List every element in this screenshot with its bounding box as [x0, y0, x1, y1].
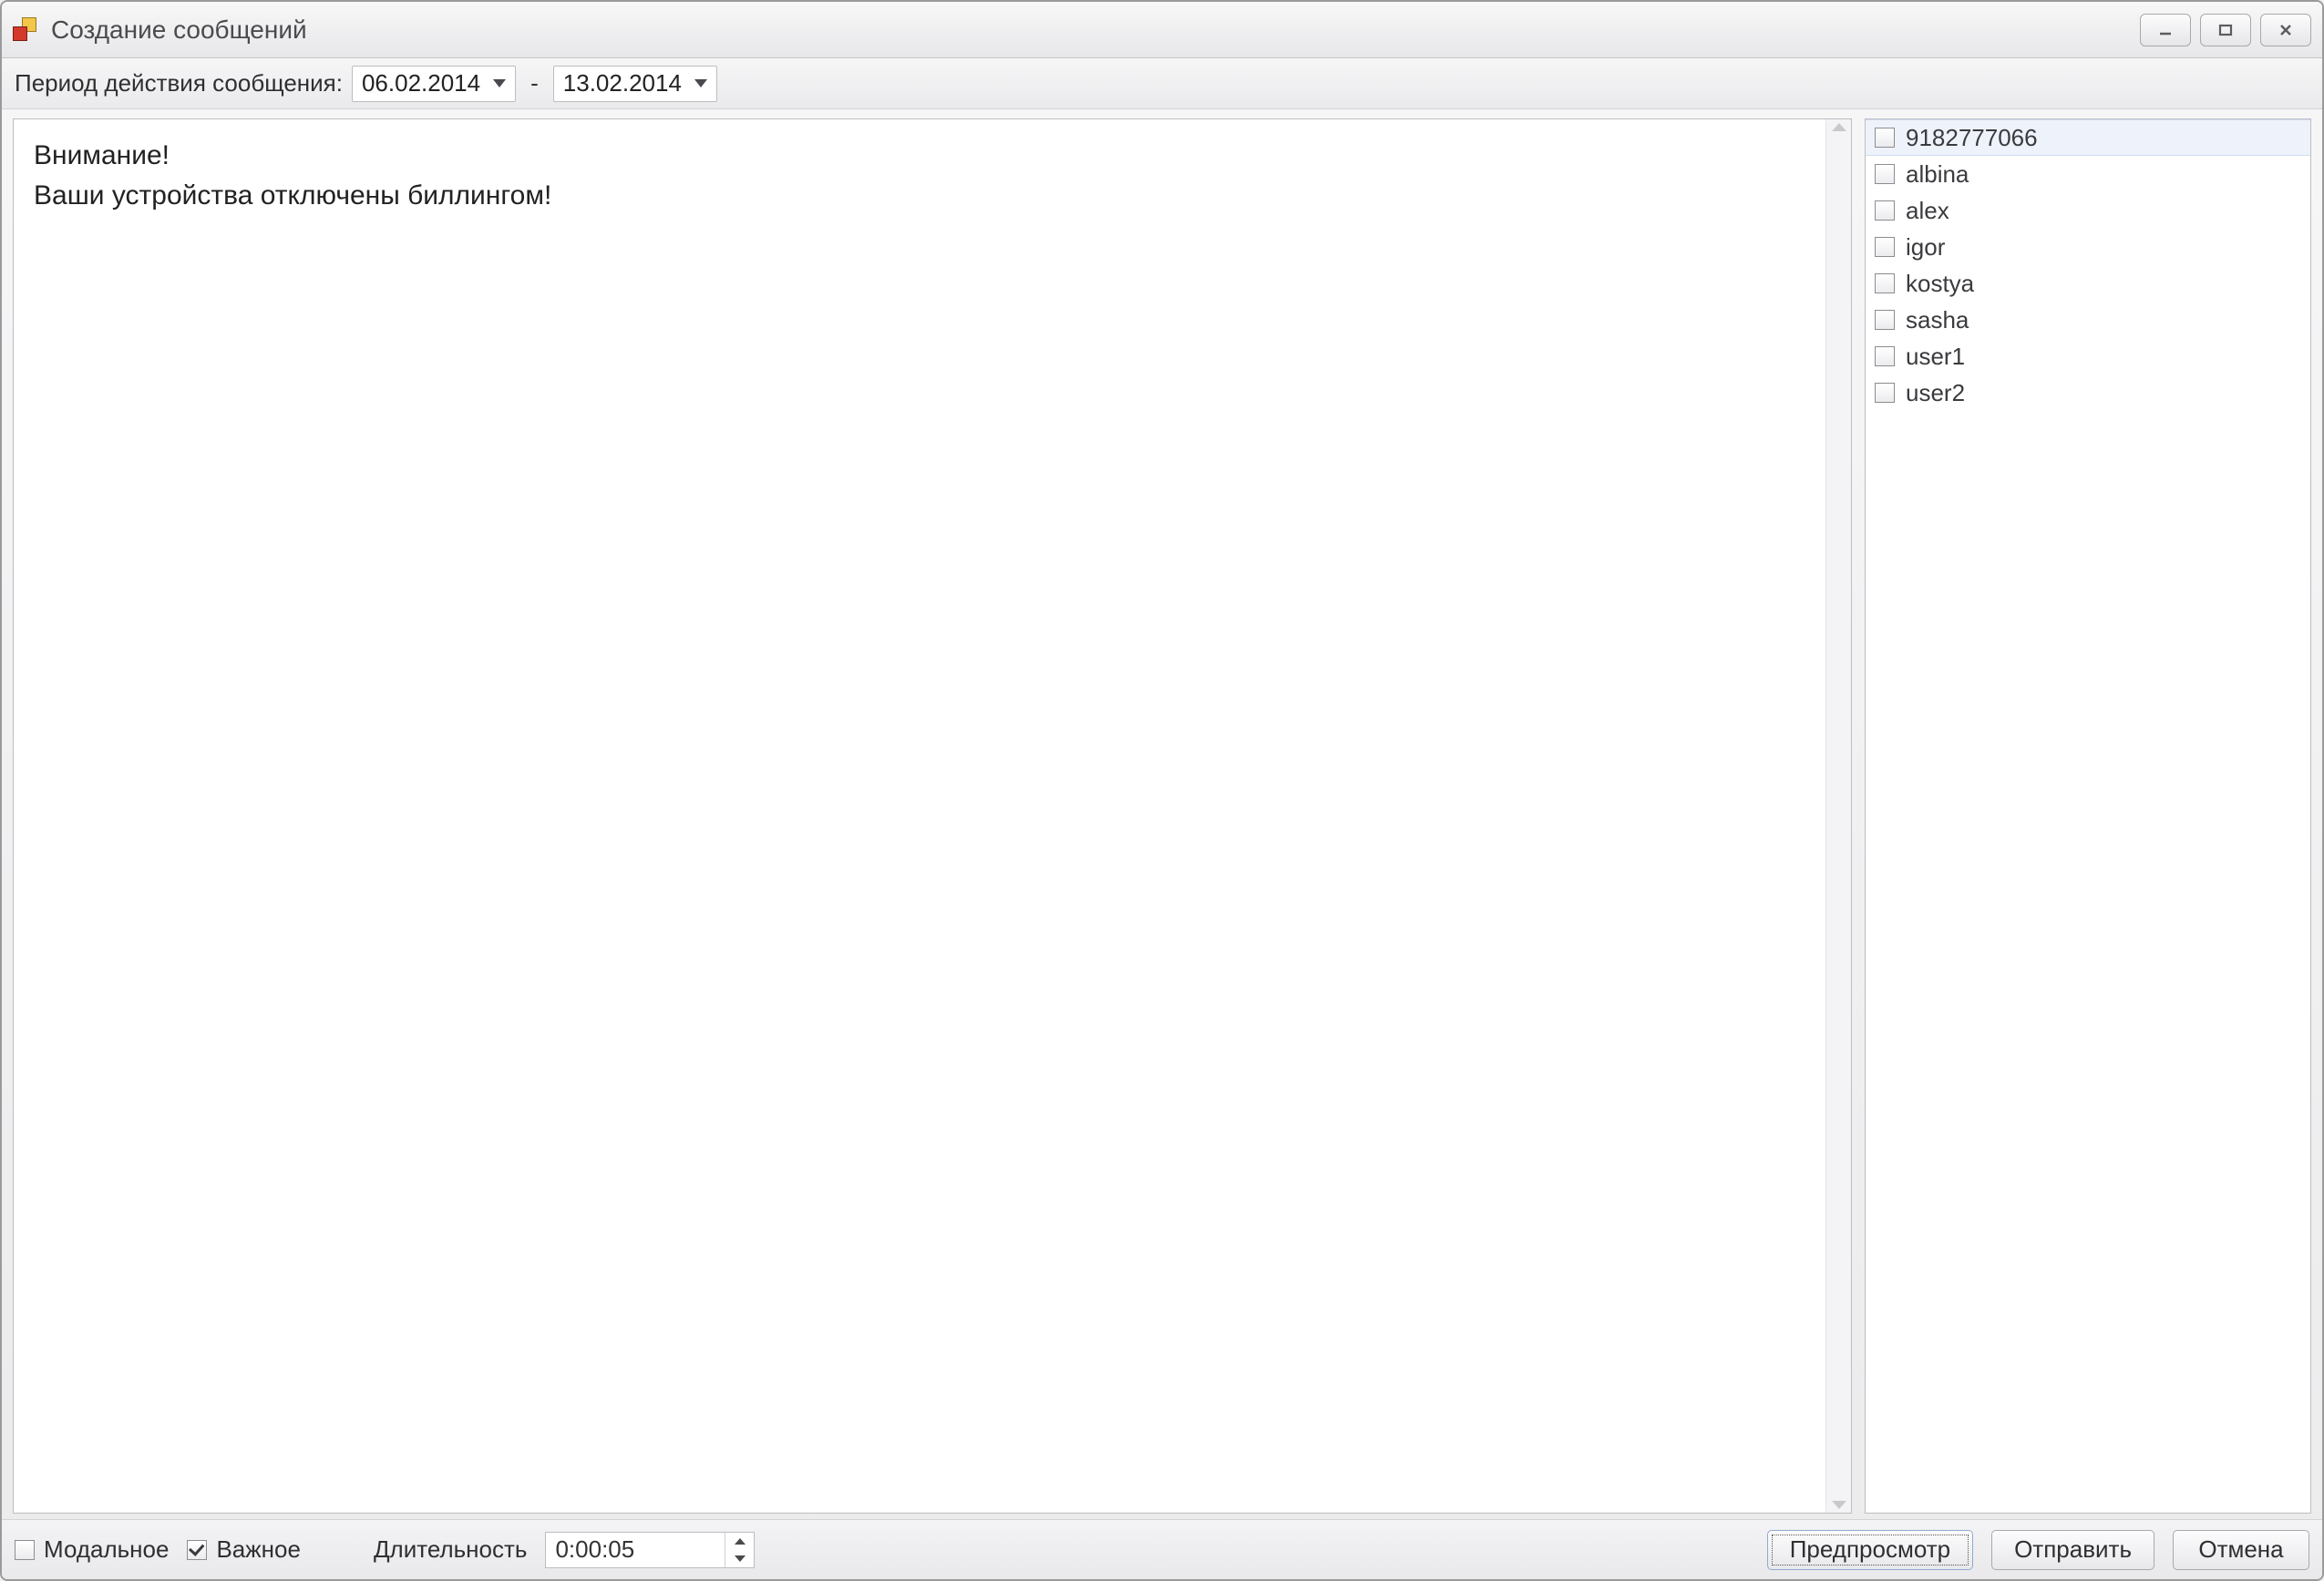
date-from-value: 06.02.2014 [362, 69, 480, 98]
recipient-name: igor [1906, 233, 1945, 262]
recipient-row[interactable]: 9182777066 [1866, 119, 2310, 156]
duration-label: Длительность [374, 1535, 528, 1564]
chevron-down-icon [694, 79, 707, 87]
recipient-row[interactable]: user1 [1866, 338, 2310, 375]
message-editor-wrap: Внимание! Ваши устройства отключены билл… [13, 118, 1852, 1514]
recipient-row[interactable]: igor [1866, 229, 2310, 265]
recipient-name: user2 [1906, 379, 1965, 407]
modal-checkbox-label: Модальное [44, 1535, 169, 1564]
recipient-checkbox[interactable] [1875, 128, 1895, 148]
titlebar: Создание сообщений [2, 2, 2322, 58]
recipient-name: kostya [1906, 270, 1974, 298]
checkbox-icon [15, 1540, 35, 1560]
recipient-checkbox[interactable] [1875, 273, 1895, 293]
recipient-row[interactable]: sasha [1866, 302, 2310, 338]
recipient-checkbox[interactable] [1875, 237, 1895, 257]
checkbox-icon [187, 1540, 207, 1560]
date-to-picker[interactable]: 13.02.2014 [553, 66, 717, 102]
recipient-list[interactable]: 9182777066 albina alex igor kostya sasha user1… [1865, 118, 2311, 1514]
modal-checkbox[interactable]: Модальное [15, 1535, 169, 1564]
recipient-checkbox[interactable] [1875, 164, 1895, 184]
recipient-row[interactable]: alex [1866, 192, 2310, 229]
recipient-row[interactable]: user2 [1866, 375, 2310, 411]
minimize-button[interactable] [2140, 14, 2191, 46]
footer: Модальное Важное Длительность 0:00:05 Пр… [2, 1519, 2322, 1579]
main-window: Создание сообщений Период действия сообщ… [0, 0, 2324, 1581]
date-from-picker[interactable]: 06.02.2014 [352, 66, 516, 102]
date-to-value: 13.02.2014 [563, 69, 682, 98]
spinner-down-button[interactable] [725, 1550, 754, 1567]
recipient-row[interactable]: albina [1866, 156, 2310, 192]
recipient-checkbox[interactable] [1875, 346, 1895, 366]
spinner-arrows [725, 1533, 754, 1567]
important-checkbox-label: Важное [216, 1535, 300, 1564]
period-label: Период действия сообщения: [15, 69, 343, 98]
recipient-name: 9182777066 [1906, 124, 2038, 152]
send-button[interactable]: Отправить [1991, 1530, 2154, 1570]
date-separator: - [525, 69, 544, 98]
preview-button[interactable]: Предпросмотр [1767, 1530, 1973, 1570]
recipient-name: sasha [1906, 306, 1969, 334]
duration-spinner[interactable]: 0:00:05 [545, 1532, 755, 1568]
recipient-name: alex [1906, 197, 1949, 225]
recipient-name: albina [1906, 160, 1969, 189]
message-editor[interactable]: Внимание! Ваши устройства отключены билл… [14, 119, 1825, 1513]
window-buttons [2140, 14, 2311, 46]
app-icon [13, 17, 38, 43]
recipient-checkbox[interactable] [1875, 383, 1895, 403]
editor-scrollbar[interactable] [1825, 119, 1851, 1513]
spinner-up-button[interactable] [725, 1533, 754, 1550]
important-checkbox[interactable]: Важное [187, 1535, 300, 1564]
close-button[interactable] [2260, 14, 2311, 46]
window-title: Создание сообщений [51, 15, 2140, 45]
cancel-button[interactable]: Отмена [2173, 1530, 2309, 1570]
period-toolbar: Период действия сообщения: 06.02.2014 - … [2, 58, 2322, 109]
scroll-up-icon [1832, 123, 1846, 131]
duration-value: 0:00:05 [555, 1535, 725, 1564]
recipient-checkbox[interactable] [1875, 200, 1895, 221]
content-area: Внимание! Ваши устройства отключены билл… [2, 109, 2322, 1519]
recipient-row[interactable]: kostya [1866, 265, 2310, 302]
recipient-name: user1 [1906, 343, 1965, 371]
chevron-down-icon [493, 79, 506, 87]
scroll-down-icon [1832, 1501, 1846, 1509]
maximize-button[interactable] [2200, 14, 2251, 46]
recipient-checkbox[interactable] [1875, 310, 1895, 330]
